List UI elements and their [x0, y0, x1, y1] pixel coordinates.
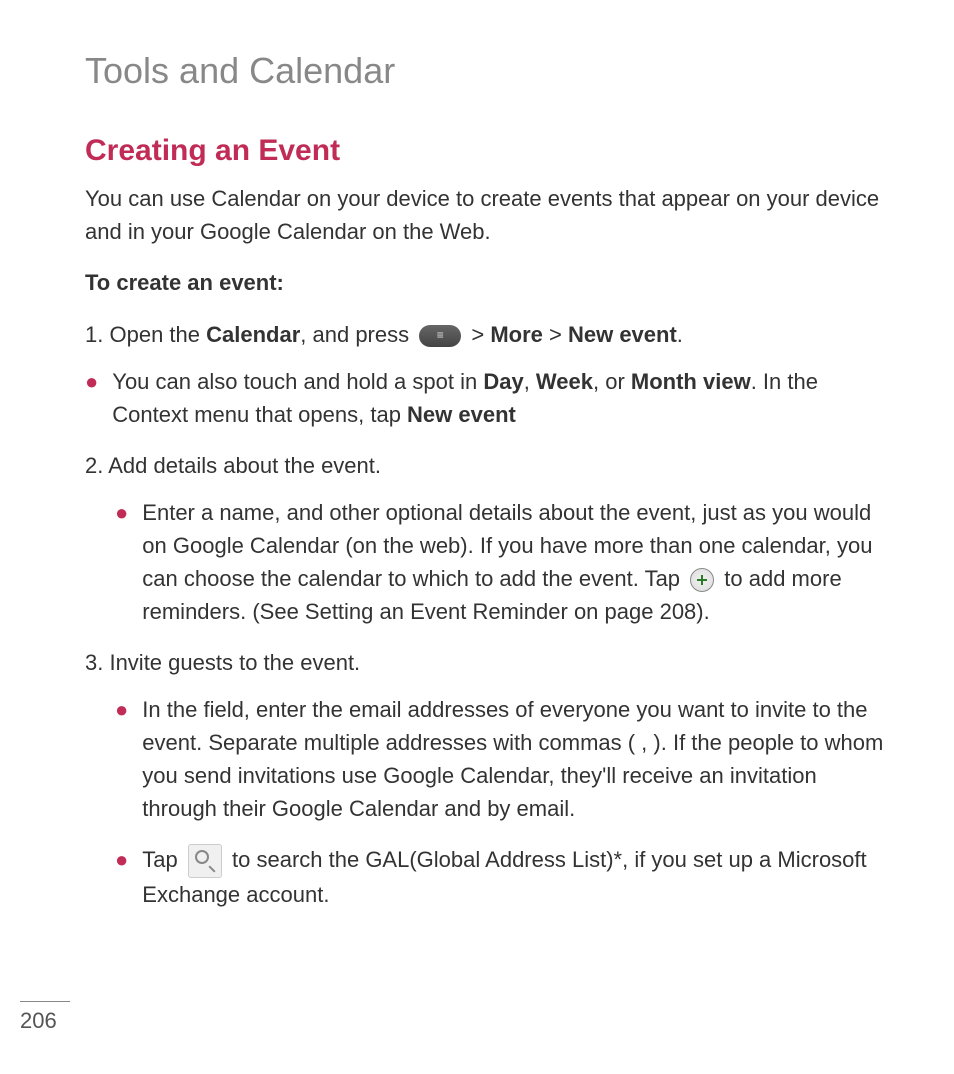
- separator: >: [543, 322, 568, 347]
- intro-paragraph: You can use Calendar on your device to c…: [85, 182, 894, 248]
- step-number: 1.: [85, 322, 103, 347]
- text: Tap: [142, 847, 184, 872]
- bullet-details: ● Enter a name, and other optional detai…: [115, 496, 894, 628]
- bullet-alt-create: ● You can also touch and hold a spot in …: [85, 365, 894, 431]
- new-event-bold: New event: [407, 402, 516, 427]
- bullet-content: You can also touch and hold a spot in Da…: [112, 365, 894, 431]
- separator: >: [471, 322, 490, 347]
- bullet-content: In the field, enter the email addresses …: [142, 693, 894, 825]
- day-bold: Day: [483, 369, 523, 394]
- step-end: .: [677, 322, 683, 347]
- section-title: Creating an Event: [85, 134, 894, 168]
- step-text: , and press: [300, 322, 415, 347]
- menu-button-icon: [419, 325, 461, 347]
- bullet-dot: ●: [115, 693, 128, 825]
- week-bold: Week: [536, 369, 593, 394]
- step-2: 2. Add details about the event.: [85, 449, 894, 482]
- bullet-dot: ●: [115, 496, 128, 628]
- more-bold: More: [490, 322, 543, 347]
- bullet-gal: ● Tap to search the GAL(Global Address L…: [115, 843, 894, 911]
- chapter-title: Tools and Calendar: [85, 50, 894, 92]
- bullet-content: Enter a name, and other optional details…: [142, 496, 894, 628]
- sub-heading: To create an event:: [85, 270, 894, 296]
- step-text: Open the: [109, 322, 206, 347]
- bullet-content: Tap to search the GAL(Global Address Lis…: [142, 843, 894, 911]
- calendar-bold: Calendar: [206, 322, 300, 347]
- text: to search the GAL(Global Address List)*,…: [142, 847, 866, 907]
- sep: , or: [593, 369, 631, 394]
- step-3: 3. Invite guests to the event.: [85, 646, 894, 679]
- step-1: 1. Open the Calendar, and press > More >…: [85, 318, 894, 351]
- bullet-dot: ●: [85, 365, 98, 431]
- page-number: 206: [20, 1001, 70, 1034]
- text: You can also touch and hold a spot in: [112, 369, 483, 394]
- contacts-search-icon: [188, 844, 222, 878]
- month-bold: Month view: [631, 369, 751, 394]
- new-event-bold: New event: [568, 322, 677, 347]
- sep: ,: [524, 369, 536, 394]
- bullet-invite: ● In the field, enter the email addresse…: [115, 693, 894, 825]
- bullet-dot: ●: [115, 843, 128, 911]
- plus-icon: [690, 568, 714, 592]
